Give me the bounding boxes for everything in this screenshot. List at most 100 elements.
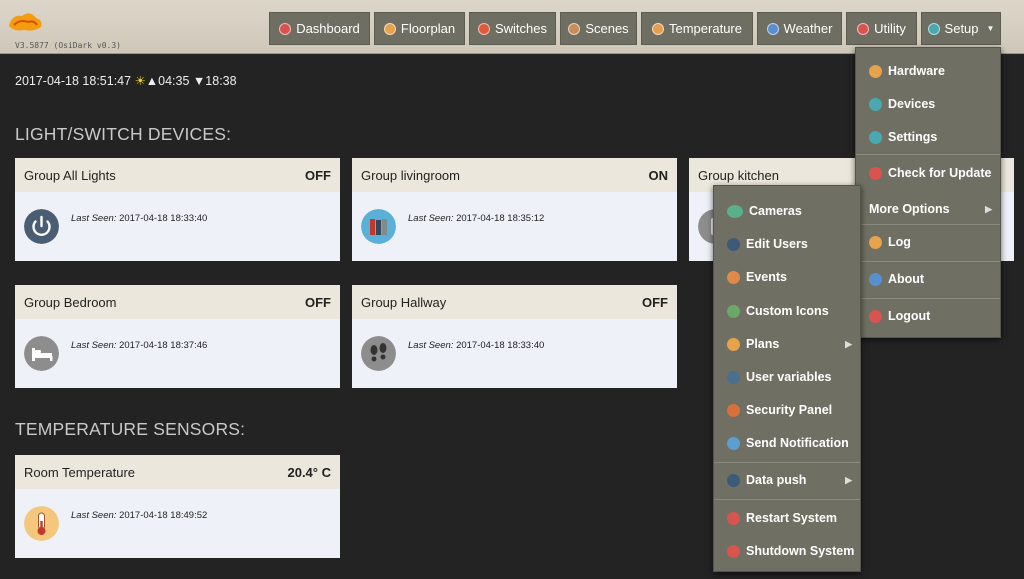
datetime-bar: 2017-04-18 18:51:47 ☀▲04:35 ▼18:38 [15, 73, 237, 88]
temperature-icon [652, 22, 664, 35]
floorplan-icon [383, 22, 396, 35]
menu-item-label: Hardware [888, 64, 945, 78]
menu-divider [856, 224, 1000, 225]
menu-item-custom-icons[interactable]: Custom Icons [714, 301, 860, 321]
last-seen: Last Seen: 2017-04-18 18:49:52 [71, 510, 208, 521]
device-status[interactable]: OFF [305, 168, 331, 183]
restart-icon [727, 511, 740, 525]
nav-weather-label: Weather [783, 21, 833, 36]
last-seen: Last Seen: 2017-04-18 18:33:40 [71, 213, 208, 224]
device-name: Room Temperature [24, 464, 136, 480]
sunset-time: ▼18:38 [192, 74, 237, 88]
last-seen: Last Seen: 2017-04-18 18:33:40 [408, 340, 545, 351]
menu-item-label: Check for Update [888, 166, 992, 180]
settings-icon [869, 130, 882, 144]
menu-item-label: More Options [869, 202, 950, 216]
nav-temperature[interactable]: Temperature [641, 12, 753, 45]
device-status[interactable]: OFF [642, 295, 668, 310]
device-status[interactable]: OFF [305, 295, 331, 310]
device-card[interactable]: Group livingroom ON Last Seen: 2017-04-1… [352, 158, 677, 261]
nav-scenes[interactable]: Scenes [560, 12, 637, 45]
thermometer-icon[interactable] [24, 506, 59, 541]
nav-scenes-label: Scenes [585, 21, 629, 36]
device-name: Group Hallway [361, 294, 447, 310]
menu-item-label: User variables [746, 370, 832, 384]
menu-item-label: Restart System [746, 511, 838, 525]
nav-floorplan[interactable]: Floorplan [374, 12, 465, 45]
menu-item-label: Security Panel [746, 403, 833, 417]
menu-item-shutdown-system[interactable]: Shutdown System [714, 541, 860, 561]
menu-item-restart-system[interactable]: Restart System [714, 508, 860, 528]
device-status[interactable]: ON [649, 168, 669, 183]
menu-item-cameras[interactable]: Cameras [714, 201, 860, 221]
books-icon[interactable] [361, 209, 396, 244]
nav-switches-label: Switches [494, 21, 548, 36]
user-icon [727, 237, 740, 251]
more-options-submenu: Cameras Edit Users Events Custom Icons P… [713, 185, 861, 572]
menu-item-settings[interactable]: Settings [856, 127, 1000, 147]
menu-item-label: Log [888, 235, 911, 249]
nav-dashboard-label: Dashboard [296, 21, 360, 36]
camera-icon [727, 204, 743, 218]
switches-icon [477, 22, 490, 35]
bed-icon[interactable] [24, 336, 59, 371]
domoticz-logo [9, 13, 42, 31]
nav-utility[interactable]: Utility [846, 12, 917, 45]
chevron-right-icon: ▶ [845, 338, 852, 349]
nav-setup[interactable]: Setup ▼ [921, 12, 1001, 45]
device-card[interactable]: Group Hallway OFF Last Seen: 2017-04-18 … [352, 285, 677, 388]
update-icon [869, 166, 882, 180]
menu-item-data-push[interactable]: Data push ▶ [714, 470, 860, 490]
menu-item-send-notification[interactable]: Send Notification [714, 433, 860, 453]
temperature-card[interactable]: Room Temperature 20.4° C Last Seen: 2017… [15, 455, 340, 558]
events-icon [727, 270, 740, 284]
plans-icon [727, 337, 740, 351]
menu-divider [856, 261, 1000, 262]
current-datetime: 2017-04-18 18:51:47 [15, 74, 132, 88]
chevron-down-icon: ▼ [986, 24, 995, 33]
top-navbar: V3.5877 (OsiDark v0.3) Dashboard Floorpl… [0, 0, 1024, 54]
menu-item-label: Cameras [749, 204, 802, 218]
setup-icon [927, 22, 940, 35]
menu-item-user-variables[interactable]: User variables [714, 367, 860, 387]
menu-item-label: Logout [888, 309, 931, 323]
menu-item-events[interactable]: Events [714, 267, 860, 287]
version-label: V3.5877 (OsiDark v0.3) [15, 41, 121, 50]
card-header: Group Bedroom OFF [15, 285, 340, 319]
menu-item-about[interactable]: About [856, 269, 1000, 289]
logout-icon [869, 309, 882, 323]
dashboard-icon [279, 22, 292, 35]
menu-item-label: Send Notification [746, 436, 849, 450]
menu-item-more-options[interactable]: More Options ▶ [856, 199, 1000, 219]
nav-weather[interactable]: Weather [757, 12, 842, 45]
menu-item-hardware[interactable]: Hardware [856, 61, 1000, 81]
chevron-right-icon: ▶ [845, 474, 852, 485]
nav-dashboard[interactable]: Dashboard [269, 12, 370, 45]
menu-divider [714, 462, 860, 463]
menu-item-plans[interactable]: Plans ▶ [714, 334, 860, 354]
menu-item-logout[interactable]: Logout [856, 306, 1000, 326]
footprints-icon[interactable] [361, 336, 396, 371]
power-icon[interactable] [24, 209, 59, 244]
nav-setup-label: Setup [944, 21, 979, 36]
menu-item-check-update[interactable]: Check for Update [856, 163, 1000, 183]
card-header: Group Hallway OFF [352, 285, 677, 319]
device-card[interactable]: Group All Lights OFF Last Seen: 2017-04-… [15, 158, 340, 261]
device-name: Group All Lights [24, 167, 116, 183]
nav-floorplan-label: Floorplan [400, 21, 456, 36]
setup-dropdown-menu: Hardware Devices Settings Check for Upda… [855, 47, 1001, 338]
device-card[interactable]: Group Bedroom OFF Last Seen: 2017-04-18 … [15, 285, 340, 388]
menu-item-edit-users[interactable]: Edit Users [714, 234, 860, 254]
menu-item-label: About [888, 272, 925, 286]
nav-switches[interactable]: Switches [469, 12, 556, 45]
notification-icon [727, 436, 740, 450]
last-seen: Last Seen: 2017-04-18 18:35:12 [408, 213, 545, 224]
menu-item-devices[interactable]: Devices [856, 94, 1000, 114]
menu-item-label: Settings [888, 130, 938, 144]
menu-item-label: Events [746, 270, 787, 284]
card-header: Group livingroom ON [352, 158, 677, 192]
menu-item-log[interactable]: Log [856, 232, 1000, 252]
data-push-icon [727, 473, 740, 487]
menu-item-security-panel[interactable]: Security Panel [714, 400, 860, 420]
utility-icon [857, 22, 870, 35]
